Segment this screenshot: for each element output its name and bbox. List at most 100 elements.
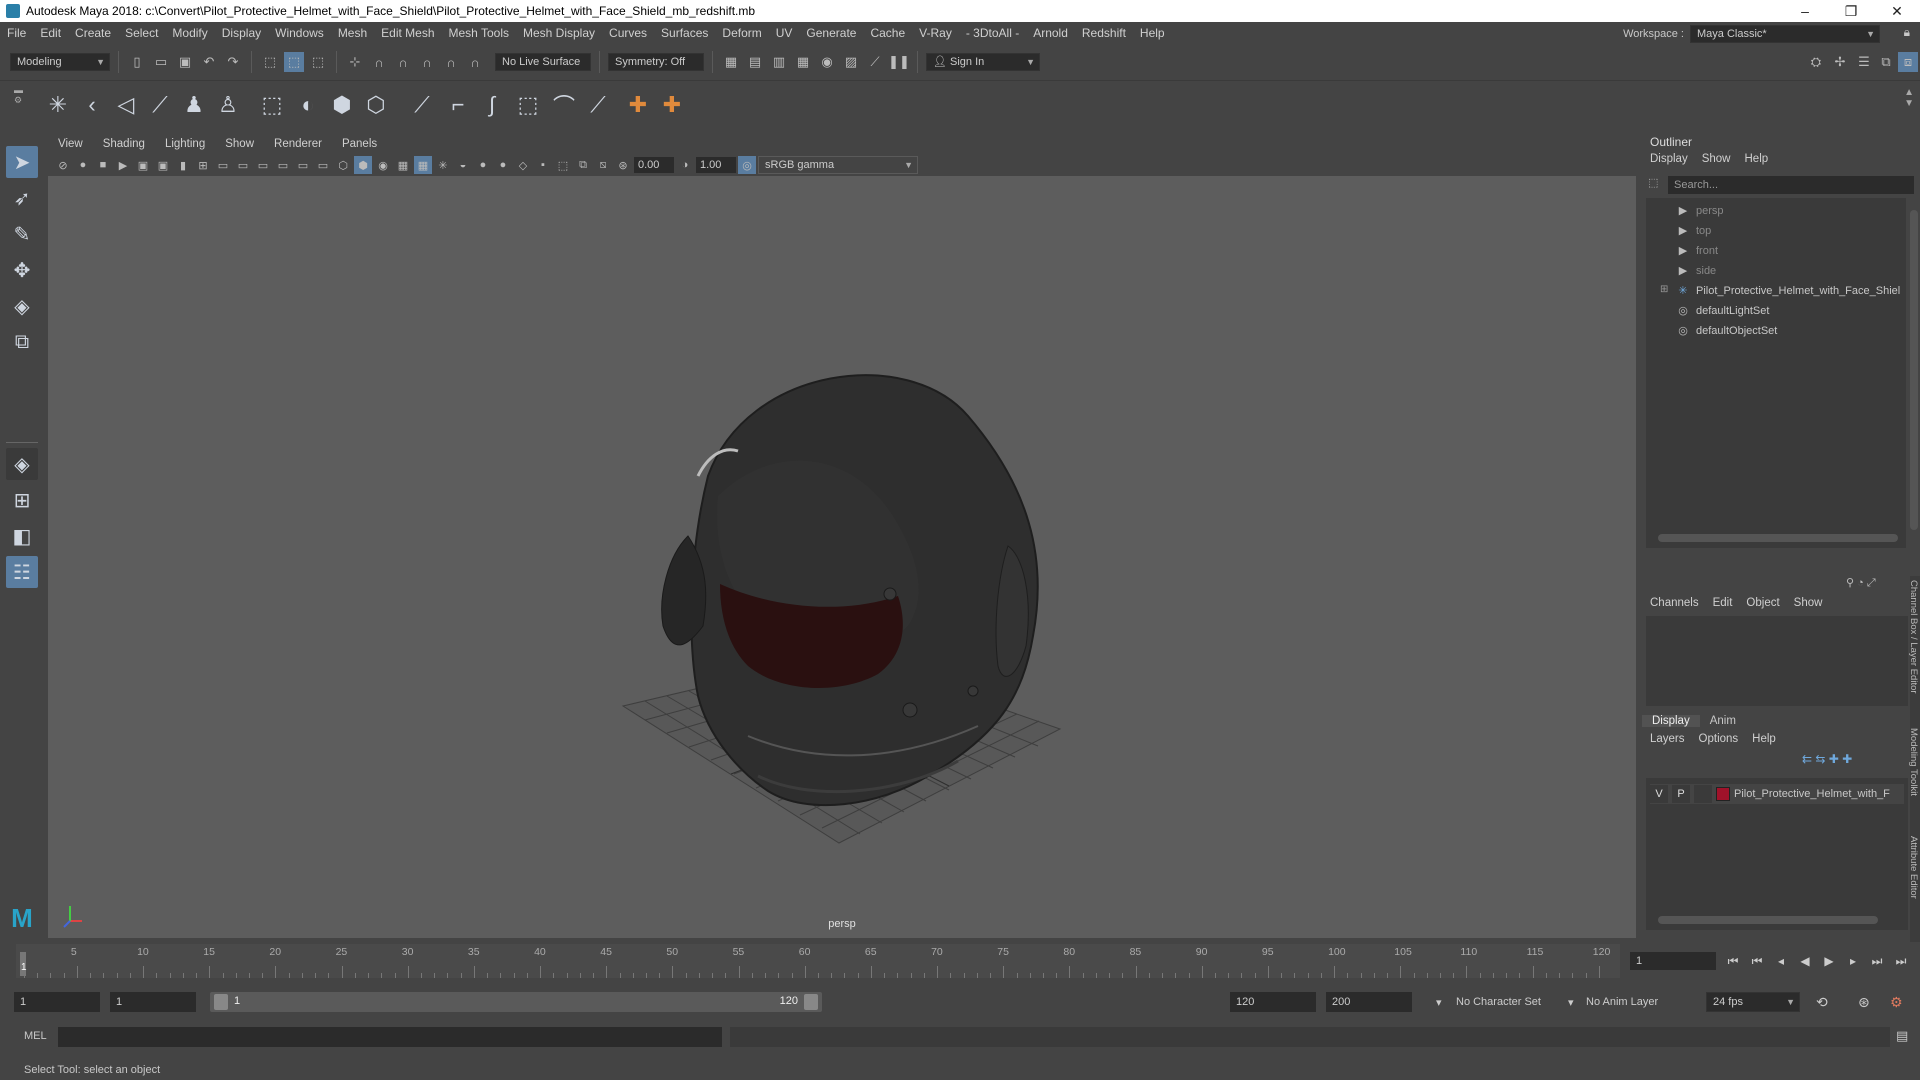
current-frame-field[interactable]: 1 [1630, 952, 1716, 970]
script-editor-icon[interactable]: ▤ [1896, 1028, 1908, 1044]
ep-curve-icon[interactable]: ⌐ [442, 89, 474, 121]
scale-tool-icon[interactable]: ⧉ [6, 326, 38, 358]
xray-active-icon[interactable]: ◇ [514, 156, 532, 174]
outliner-item[interactable]: ▶ front [1676, 242, 1718, 260]
view-transform-dropdown[interactable]: sRGB gamma ▼ [758, 156, 918, 174]
ambient-occlusion-icon[interactable]: ◒ [454, 156, 472, 174]
lasso-tool-icon[interactable]: ➶ [6, 182, 38, 214]
render-current-icon[interactable]: ▤ [745, 52, 765, 72]
snap-surface-icon[interactable]: ∩ [441, 52, 461, 72]
menu-uv[interactable]: UV [769, 26, 800, 40]
expand-icon[interactable]: ⊞ [1660, 284, 1668, 295]
viewport-menu-view[interactable]: View [48, 138, 93, 150]
snap-grid-icon[interactable]: ⊹ [345, 52, 365, 72]
channelbox-menu-edit[interactable]: Edit [1713, 597, 1733, 609]
polygon-sphere-icon[interactable]: ✳ [42, 89, 74, 121]
sculpt-icon[interactable]: ◐ [292, 89, 324, 121]
xray-joints-icon[interactable]: ● [494, 156, 512, 174]
outliner-layout-icon[interactable]: ☷ [6, 556, 38, 588]
gamma-icon[interactable]: ◑ [676, 156, 694, 174]
play-backwards-icon[interactable]: ◀ [1798, 954, 1812, 968]
range-end-handle[interactable] [804, 994, 818, 1010]
channel-box-tool-icons[interactable]: ⚲ ◔ ⤢ [1846, 576, 1876, 590]
menu-edit[interactable]: Edit [33, 26, 68, 40]
menu-mesh[interactable]: Mesh [331, 26, 374, 40]
shadows-icon[interactable]: ✳ [434, 156, 452, 174]
command-input[interactable] [58, 1027, 722, 1047]
select-hierarchy-icon[interactable]: ⬚ [260, 52, 280, 72]
isolate-select-icon[interactable]: ▪ [534, 156, 552, 174]
side-tab-attribute-editor[interactable]: Attribute Editor [1908, 836, 1919, 899]
connect-icon[interactable]: ⟋ [144, 89, 176, 121]
character-set-label[interactable]: No Character Set [1456, 996, 1541, 1008]
outliner-search-input[interactable]: Search... [1668, 176, 1914, 194]
channelbox-menu-channels[interactable]: Channels [1650, 597, 1699, 609]
use-all-lights-icon[interactable]: ▦ [414, 156, 432, 174]
resolution-gate-icon[interactable]: ▭ [234, 156, 252, 174]
exposure-icon[interactable]: ⊛ [614, 156, 632, 174]
shelf-scroll-icon[interactable]: ▲ ▼ [1904, 87, 1914, 109]
menu-surfaces[interactable]: Surfaces [654, 26, 715, 40]
redshift-ipr-icon[interactable]: ⟋ [865, 52, 885, 72]
auto-key-icon[interactable]: ⊛ [1858, 994, 1870, 1011]
viewport-menu-panels[interactable]: Panels [332, 138, 387, 150]
snap-point-icon[interactable]: ∩ [393, 52, 413, 72]
bevel-icon[interactable]: ⬚ [256, 89, 288, 121]
outliner-item[interactable]: ▶ side [1676, 262, 1716, 280]
step-back-key-icon[interactable]: ⏮ [1750, 954, 1764, 969]
viewport-menu-lighting[interactable]: Lighting [155, 138, 215, 150]
render-settings-icon[interactable]: ▦ [793, 52, 813, 72]
script-language-toggle[interactable]: MEL [24, 1030, 47, 1042]
ipr-render-icon[interactable]: ▥ [769, 52, 789, 72]
tool-settings-icon[interactable]: ⧉ [1876, 52, 1896, 72]
safe-title-icon[interactable]: ▭ [314, 156, 332, 174]
chevron-down-icon[interactable]: ▾ [1568, 996, 1574, 1009]
menu-create[interactable]: Create [68, 26, 118, 40]
bookmark-icon[interactable]: ■ [94, 156, 112, 174]
live-surface-field[interactable]: No Live Surface [495, 53, 591, 71]
film-gate-icon[interactable]: ▭ [214, 156, 232, 174]
menu-mesh-display[interactable]: Mesh Display [516, 26, 602, 40]
go-to-end-icon[interactable]: ⏭ [1894, 954, 1908, 969]
step-forward-frame-icon[interactable]: ▸ [1846, 954, 1860, 968]
extrude-icon[interactable]: ⬡ [360, 89, 392, 121]
menu-3dtoall[interactable]: - 3DtoAll - [959, 26, 1026, 40]
rotate-tool-icon[interactable]: ◈ [6, 290, 38, 322]
menu-generate[interactable]: Generate [799, 26, 863, 40]
menu-arnold[interactable]: Arnold [1026, 26, 1075, 40]
quad-draw-icon[interactable]: ♟ [178, 89, 210, 121]
select-object-icon[interactable]: ⬚ [284, 52, 304, 72]
menu-display[interactable]: Display [215, 26, 268, 40]
filter-icon[interactable]: ⬚ [1648, 176, 1658, 189]
save-scene-icon[interactable]: ▣ [175, 52, 195, 72]
workspace-dropdown[interactable]: Maya Classic* ▼ [1690, 25, 1880, 43]
tab-anim[interactable]: Anim [1700, 715, 1746, 727]
gamma-field[interactable]: 1.00 [696, 157, 736, 173]
menu-windows[interactable]: Windows [268, 26, 331, 40]
arc-tool-icon[interactable]: ⌒ [548, 89, 580, 121]
wireframe-on-shaded-icon[interactable]: ◉ [374, 156, 392, 174]
image-plane-icon[interactable]: ▣ [134, 156, 152, 174]
color-management-icon[interactable]: ◎ [738, 156, 756, 174]
scene-start-field[interactable]: 1 [14, 992, 100, 1012]
menu-cache[interactable]: Cache [863, 26, 912, 40]
animation-preferences-icon[interactable]: ⚙ [1890, 994, 1903, 1011]
channelbox-menu-object[interactable]: Object [1746, 597, 1779, 609]
human-ik-icon[interactable]: ✢ [1830, 52, 1850, 72]
pause-icon[interactable]: ❚❚ [888, 52, 910, 72]
chevron-down-icon[interactable]: ▾ [1436, 996, 1442, 1009]
side-tab-modeling-toolkit[interactable]: Modeling Toolkit [1908, 728, 1919, 796]
redshift-render-icon[interactable]: ▨ [841, 52, 861, 72]
menu-help[interactable]: Help [1133, 26, 1172, 40]
four-view-layout-icon[interactable]: ⊞ [6, 484, 38, 516]
render-view-icon[interactable]: ▦ [721, 52, 741, 72]
menu-mesh-tools[interactable]: Mesh Tools [442, 26, 516, 40]
exposure-field[interactable]: 0.00 [634, 157, 674, 173]
menu-edit-mesh[interactable]: Edit Mesh [374, 26, 441, 40]
open-scene-icon[interactable]: ▭ [151, 52, 171, 72]
menu-set-dropdown[interactable]: Modeling ▼ [10, 53, 110, 71]
grid-icon[interactable]: ⊞ [194, 156, 212, 174]
layer-row[interactable]: V P Pilot_Protective_Helmet_with_F [1650, 784, 1904, 804]
undo-icon[interactable]: ↶ [199, 52, 219, 72]
symmetry-dropdown[interactable]: Symmetry: Off [608, 53, 704, 71]
